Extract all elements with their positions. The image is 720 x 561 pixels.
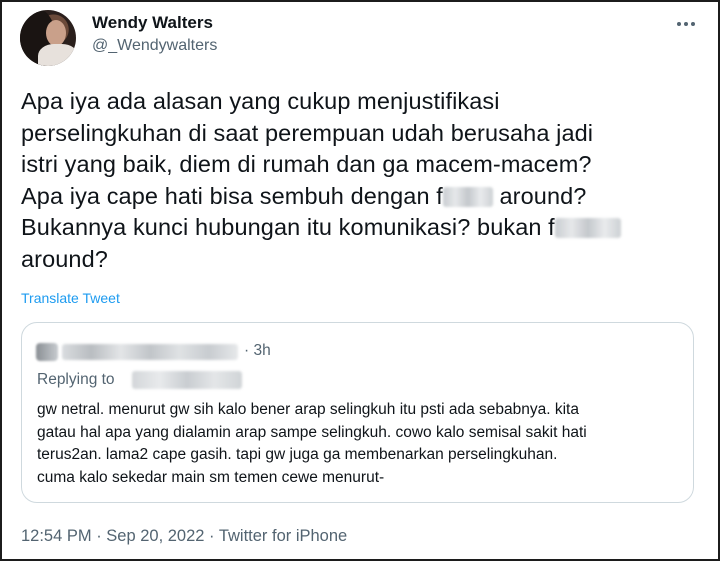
replying-to-redacted	[132, 371, 242, 389]
quoted-tweet[interactable]: · 3h Replying to gw netral. menurut gw s…	[21, 322, 694, 503]
display-name[interactable]: Wendy Walters	[92, 13, 213, 33]
more-horizontal-icon[interactable]	[674, 12, 698, 36]
user-handle[interactable]: @_Wendywalters	[92, 37, 217, 55]
tweet-line: Bukannya kunci hubungan itu komunikasi? …	[21, 214, 555, 240]
quoted-avatar	[36, 343, 58, 361]
tweet-line: istri yang baik, diem di rumah dan ga ma…	[21, 151, 592, 177]
tweet-meta[interactable]: 12:54 PM · Sep 20, 2022 · Twitter for iP…	[21, 527, 347, 546]
quoted-name-redacted	[62, 344, 238, 360]
tweet-text: Apa iya ada alasan yang cukup menjustifi…	[21, 86, 701, 275]
quoted-tweet-text: gw netral. menurut gw sih kalo bener ara…	[37, 401, 587, 486]
avatar[interactable]	[20, 10, 76, 66]
quoted-timestamp: · 3h	[244, 342, 271, 359]
tweet-line: around?	[21, 245, 108, 272]
censored-word	[554, 218, 621, 238]
tweet-line: around?	[492, 182, 587, 209]
tweet-line: perselingkuhan di saat perempuan udah be…	[21, 119, 594, 146]
tweet-line: Apa iya cape hati bisa sembuh dengan f	[21, 182, 443, 209]
censored-word	[442, 186, 493, 207]
replying-to-label: Replying to	[37, 371, 115, 388]
tweet-line: Apa iya ada alasan yang cukup menjustifi…	[21, 88, 500, 114]
translate-tweet-link[interactable]: Translate Tweet	[21, 290, 120, 306]
